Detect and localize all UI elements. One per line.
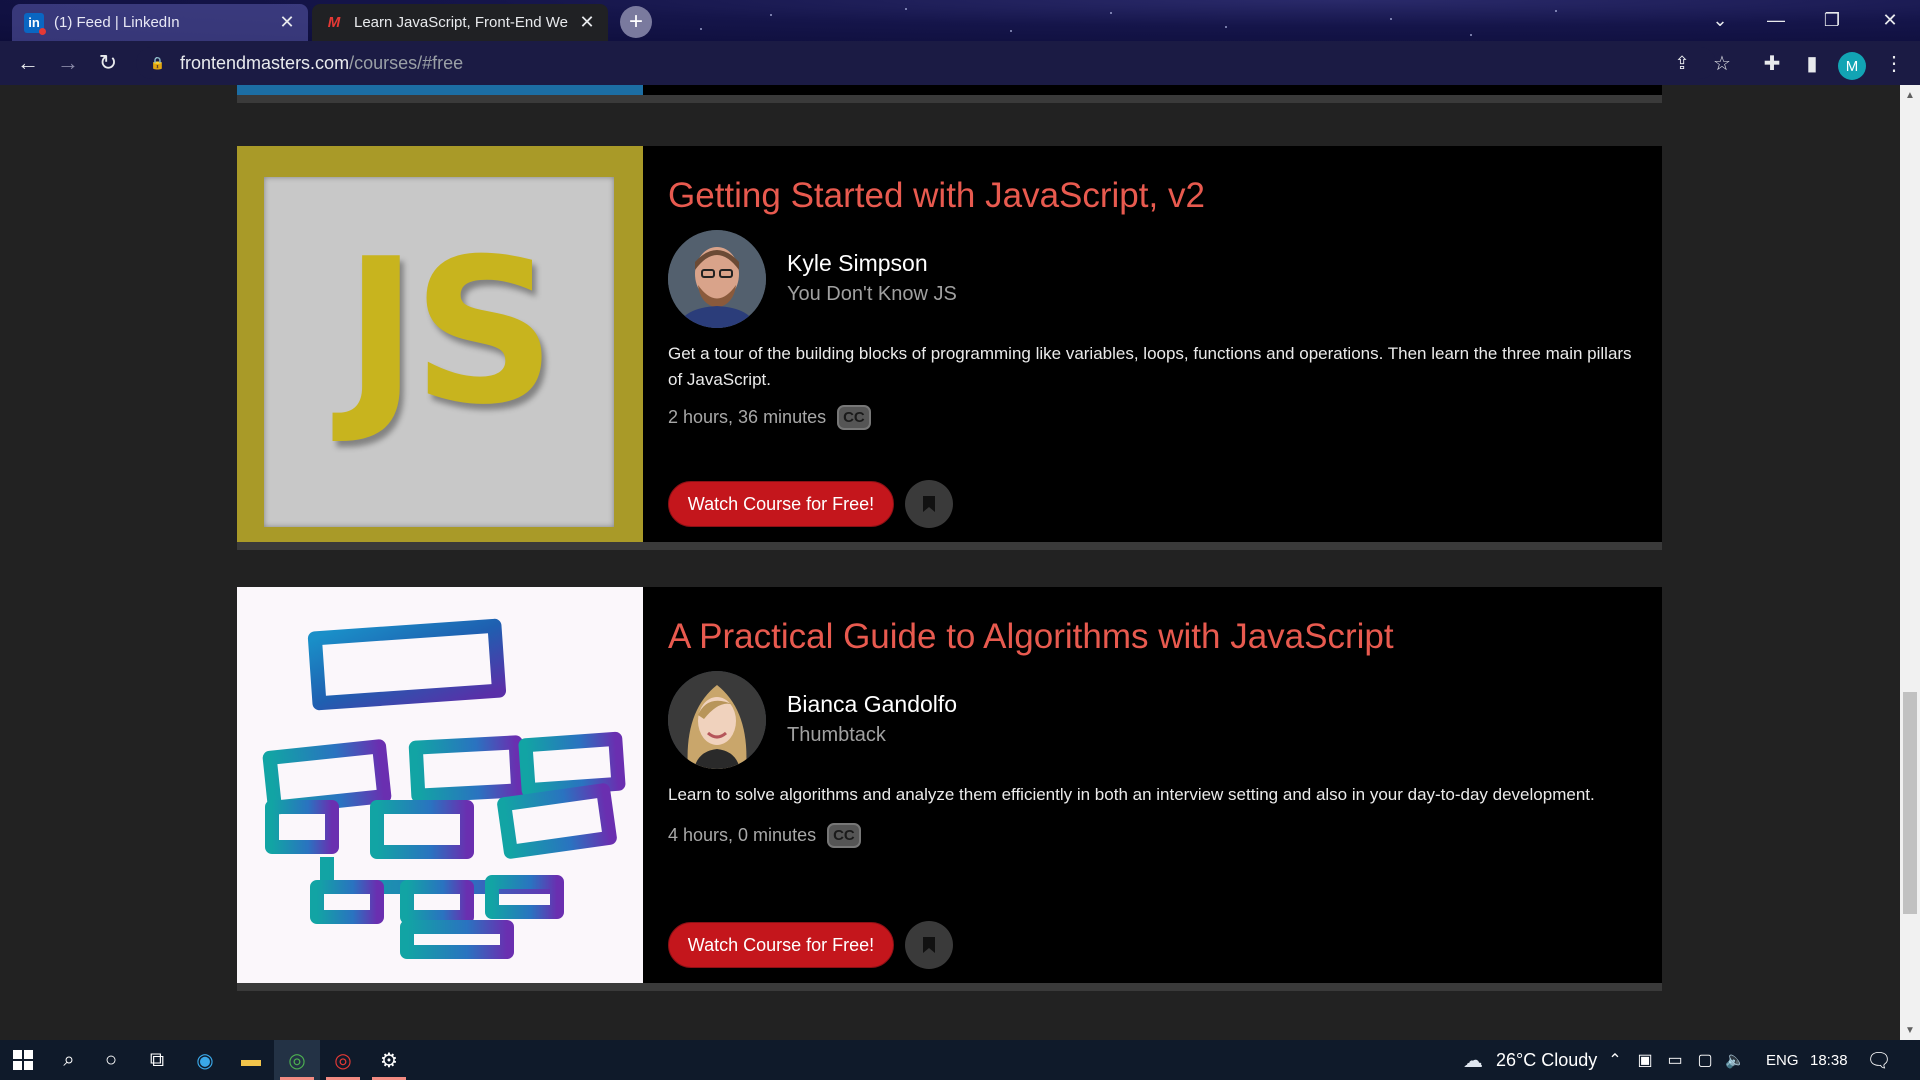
new-tab-button[interactable]: + xyxy=(620,6,652,38)
file-explorer-icon[interactable]: ▬ xyxy=(228,1040,274,1080)
url-host: frontendmasters.com xyxy=(180,52,350,73)
back-arrow-icon[interactable]: ← xyxy=(8,41,48,85)
tab-linkedin[interactable]: in (1) Feed | LinkedIn ✕ xyxy=(12,4,308,41)
author-avatar xyxy=(668,671,766,769)
menu-kebab-icon[interactable]: ⋮ xyxy=(1874,41,1914,85)
course-description: Learn to solve algorithms and analyze th… xyxy=(668,785,1595,804)
watch-course-button[interactable]: Watch Course for Free! xyxy=(668,481,894,527)
task-view-icon[interactable]: ⧉ xyxy=(134,1040,180,1080)
language-indicator[interactable]: ENG xyxy=(1766,1040,1799,1080)
weather-text[interactable]: 26°C Cloudy xyxy=(1496,1040,1597,1080)
bookmark-icon xyxy=(923,937,935,953)
tab-strip: in (1) Feed | LinkedIn ✕ M Learn JavaScr… xyxy=(0,0,1920,41)
lock-icon: 🔒 xyxy=(150,56,165,70)
course-thumbnail-js[interactable]: JS xyxy=(237,146,643,544)
bookmark-icon xyxy=(923,496,935,512)
watch-course-button[interactable]: Watch Course for Free! xyxy=(668,922,894,968)
course-description: Get a tour of the building blocks of pro… xyxy=(668,344,1632,389)
profile-avatar[interactable]: M xyxy=(1838,52,1866,80)
forward-arrow-icon[interactable]: → xyxy=(48,41,88,85)
linkedin-icon: in xyxy=(24,12,46,35)
settings-gear-icon[interactable]: ⚙ xyxy=(366,1040,412,1080)
scroll-down-arrow-icon[interactable]: ▼ xyxy=(1900,1020,1920,1040)
tab-frontendmasters[interactable]: M Learn JavaScript, Front-End Web ✕ xyxy=(312,4,608,41)
restore-button[interactable]: ❐ xyxy=(1804,0,1860,40)
battery-icon[interactable]: ▭ xyxy=(1660,1040,1690,1080)
chrome-icon[interactable]: ◎ xyxy=(320,1040,366,1080)
clock[interactable]: 18:38 xyxy=(1810,1040,1848,1080)
author-avatar xyxy=(668,230,766,328)
page-scrollbar[interactable]: ▲ ▼ xyxy=(1900,85,1920,1040)
browser-toolbar: ← → ↻ 🔒 frontendmasters.com/courses/#fre… xyxy=(0,41,1920,85)
weather-cloud-icon[interactable]: ☁ xyxy=(1450,1040,1496,1080)
cortana-icon[interactable]: ○ xyxy=(88,1040,134,1080)
reload-icon[interactable]: ↻ xyxy=(88,41,128,85)
url-path: /courses/#free xyxy=(349,52,464,73)
previous-course-card xyxy=(237,85,1662,103)
side-panel-icon[interactable]: ▮ xyxy=(1792,41,1832,85)
course-duration: 2 hours, 36 minutes xyxy=(668,407,827,427)
course-thumbnail-algorithms[interactable] xyxy=(237,587,643,985)
course-meta: 2 hours, 36 minutes CC xyxy=(668,405,871,430)
display-icon[interactable]: ▢ xyxy=(1690,1040,1720,1080)
closed-captions-icon: CC xyxy=(827,823,861,848)
extensions-icon[interactable]: ✚ xyxy=(1752,41,1792,85)
address-bar[interactable]: 🔒 frontendmasters.com/courses/#free xyxy=(136,47,1716,79)
page-content: JS Getting Started with JavaScript, v2 K… xyxy=(0,85,1900,1040)
tab-search-icon[interactable]: ⌄ xyxy=(1692,0,1748,40)
course-meta: 4 hours, 0 minutes CC xyxy=(668,823,861,848)
scrollbar-thumb[interactable] xyxy=(1903,692,1917,914)
minimize-button[interactable]: — xyxy=(1748,0,1804,40)
windows-taskbar: ⌕ ○ ⧉ ◉ ▬ ◎ ◎ ⚙ ☁ 26°C Cloudy ⌃ ▣ ▭ ▢ 🔈 … xyxy=(0,1040,1920,1080)
close-icon[interactable]: ✕ xyxy=(278,12,296,33)
bookmark-star-icon[interactable]: ☆ xyxy=(1702,41,1742,85)
bookmark-button[interactable] xyxy=(905,480,953,528)
chevron-up-icon[interactable]: ⌃ xyxy=(1600,1040,1630,1080)
tab-title: (1) Feed | LinkedIn xyxy=(54,14,180,31)
close-icon[interactable]: ✕ xyxy=(578,12,596,33)
course-card: JS Getting Started with JavaScript, v2 K… xyxy=(237,146,1662,550)
author-organization: Thumbtack xyxy=(787,724,886,746)
author-name[interactable]: Bianca Gandolfo xyxy=(787,691,957,718)
chrome-icon[interactable]: ◎ xyxy=(274,1040,320,1080)
volume-muted-icon[interactable]: 🔈 xyxy=(1720,1040,1750,1080)
author-name[interactable]: Kyle Simpson xyxy=(787,250,928,277)
scroll-up-arrow-icon[interactable]: ▲ xyxy=(1900,85,1920,105)
frontendmasters-icon: M xyxy=(327,14,341,31)
course-duration: 4 hours, 0 minutes xyxy=(668,825,817,845)
windows-start-icon[interactable] xyxy=(0,1040,46,1080)
course-title[interactable]: Getting Started with JavaScript, v2 xyxy=(668,176,1205,216)
course-card: A Practical Guide to Algorithms with Jav… xyxy=(237,587,1662,991)
window-close-button[interactable]: ✕ xyxy=(1862,0,1918,40)
course-title[interactable]: A Practical Guide to Algorithms with Jav… xyxy=(668,617,1394,657)
search-icon[interactable]: ⌕ xyxy=(46,1040,92,1080)
share-icon[interactable]: ⇪ xyxy=(1662,41,1702,85)
notifications-icon[interactable]: 🗨 xyxy=(1856,1040,1902,1080)
bookmark-button[interactable] xyxy=(905,921,953,969)
network-icon[interactable]: ▣ xyxy=(1630,1040,1660,1080)
js-logo-text: JS xyxy=(343,216,556,449)
closed-captions-icon: CC xyxy=(837,405,871,430)
author-organization: You Don't Know JS xyxy=(787,283,957,305)
edge-icon[interactable]: ◉ xyxy=(182,1040,228,1080)
tab-title: Learn JavaScript, Front-End Web xyxy=(354,14,568,31)
